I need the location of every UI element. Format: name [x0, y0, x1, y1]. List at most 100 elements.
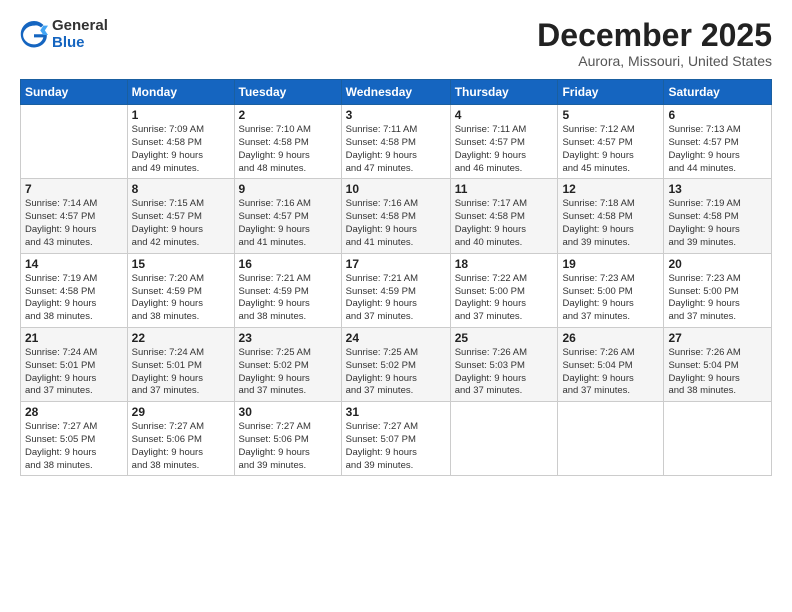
day-number: 10	[346, 182, 446, 196]
table-row: 26 Sunrise: 7:26 AMSunset: 5:04 PMDayligh…	[558, 327, 664, 401]
day-number: 24	[346, 331, 446, 345]
day-number: 12	[562, 182, 659, 196]
day-info: Sunrise: 7:19 AMSunset: 4:58 PMDaylight:…	[668, 198, 767, 249]
day-number: 27	[668, 331, 767, 345]
table-row: 27 Sunrise: 7:26 AMSunset: 5:04 PMDayligh…	[664, 327, 772, 401]
day-number: 22	[132, 331, 230, 345]
day-number: 15	[132, 257, 230, 271]
table-row: 16 Sunrise: 7:21 AMSunset: 4:59 PMDayligh…	[234, 253, 341, 327]
table-row: 8 Sunrise: 7:15 AMSunset: 4:57 PMDaylight…	[127, 179, 234, 253]
day-info: Sunrise: 7:27 AMSunset: 5:05 PMDaylight:…	[25, 421, 123, 472]
table-row: 31 Sunrise: 7:27 AMSunset: 5:07 PMDayligh…	[341, 402, 450, 476]
day-info: Sunrise: 7:23 AMSunset: 5:00 PMDaylight:…	[668, 273, 767, 324]
day-number: 29	[132, 405, 230, 419]
day-number: 25	[455, 331, 554, 345]
calendar-header-row: Sunday Monday Tuesday Wednesday Thursday…	[21, 80, 772, 105]
table-row: 15 Sunrise: 7:20 AMSunset: 4:59 PMDayligh…	[127, 253, 234, 327]
day-number: 19	[562, 257, 659, 271]
table-row: 9 Sunrise: 7:16 AMSunset: 4:57 PMDaylight…	[234, 179, 341, 253]
title-block: December 2025 Aurora, Missouri, United S…	[537, 18, 772, 69]
day-info: Sunrise: 7:23 AMSunset: 5:00 PMDaylight:…	[562, 273, 659, 324]
day-info: Sunrise: 7:16 AMSunset: 4:58 PMDaylight:…	[346, 198, 446, 249]
table-row: 2Sunrise: 7:10 AMSunset: 4:58 PMDaylight…	[234, 105, 341, 179]
day-number: 14	[25, 257, 123, 271]
subtitle: Aurora, Missouri, United States	[537, 53, 772, 69]
day-info: Sunrise: 7:26 AMSunset: 5:04 PMDaylight:…	[668, 347, 767, 398]
table-row: 13 Sunrise: 7:19 AMSunset: 4:58 PMDayligh…	[664, 179, 772, 253]
table-row: 23 Sunrise: 7:25 AMSunset: 5:02 PMDayligh…	[234, 327, 341, 401]
col-monday: Monday	[127, 80, 234, 105]
day-number: 20	[668, 257, 767, 271]
calendar-week-row: 28 Sunrise: 7:27 AMSunset: 5:05 PMDayligh…	[21, 402, 772, 476]
day-info: Sunrise: 7:27 AMSunset: 5:06 PMDaylight:…	[239, 421, 337, 472]
day-number: 5	[562, 108, 659, 122]
logo-icon	[20, 21, 48, 49]
calendar-week-row: 14Sunrise: 7:19 AMSunset: 4:58 PMDayligh…	[21, 253, 772, 327]
col-saturday: Saturday	[664, 80, 772, 105]
day-number: 6	[668, 108, 767, 122]
table-row: 21 Sunrise: 7:24 AMSunset: 5:01 PMDayligh…	[21, 327, 128, 401]
day-number: 31	[346, 405, 446, 419]
day-number: 21	[25, 331, 123, 345]
day-number: 26	[562, 331, 659, 345]
logo-blue-text: Blue	[52, 35, 108, 52]
table-row: 12 Sunrise: 7:18 AMSunset: 4:58 PMDayligh…	[558, 179, 664, 253]
table-row: 4 Sunrise: 7:11 AMSunset: 4:57 PMDaylight…	[450, 105, 558, 179]
day-info: Sunrise: 7:12 AMSunset: 4:57 PMDaylight:…	[562, 124, 659, 175]
page: General Blue December 2025 Aurora, Misso…	[0, 0, 792, 612]
day-number: 30	[239, 405, 337, 419]
table-row: 22 Sunrise: 7:24 AMSunset: 5:01 PMDayligh…	[127, 327, 234, 401]
main-title: December 2025	[537, 18, 772, 53]
day-info: Sunrise: 7:26 AMSunset: 5:04 PMDaylight:…	[562, 347, 659, 398]
table-row: 3Sunrise: 7:11 AMSunset: 4:58 PMDaylight…	[341, 105, 450, 179]
table-row: 5 Sunrise: 7:12 AMSunset: 4:57 PMDaylight…	[558, 105, 664, 179]
day-number: 16	[239, 257, 337, 271]
day-info: Sunrise: 7:22 AMSunset: 5:00 PMDaylight:…	[455, 273, 554, 324]
day-info: Sunrise: 7:24 AMSunset: 5:01 PMDaylight:…	[132, 347, 230, 398]
calendar-week-row: 21 Sunrise: 7:24 AMSunset: 5:01 PMDayligh…	[21, 327, 772, 401]
day-info: Sunrise: 7:21 AMSunset: 4:59 PMDaylight:…	[239, 273, 337, 324]
calendar-week-row: 7 Sunrise: 7:14 AMSunset: 4:57 PMDaylight…	[21, 179, 772, 253]
day-info: Sunrise: 7:27 AMSunset: 5:06 PMDaylight:…	[132, 421, 230, 472]
header: General Blue December 2025 Aurora, Misso…	[20, 18, 772, 69]
col-friday: Friday	[558, 80, 664, 105]
day-number: 13	[668, 182, 767, 196]
day-info: Sunrise: 7:17 AMSunset: 4:58 PMDaylight:…	[455, 198, 554, 249]
calendar-week-row: 1Sunrise: 7:09 AMSunset: 4:58 PMDaylight…	[21, 105, 772, 179]
logo: General Blue	[20, 18, 108, 51]
table-row: 24Sunrise: 7:25 AMSunset: 5:02 PMDayligh…	[341, 327, 450, 401]
table-row: 10 Sunrise: 7:16 AMSunset: 4:58 PMDayligh…	[341, 179, 450, 253]
day-info: Sunrise: 7:25 AMSunset: 5:02 PMDaylight:…	[239, 347, 337, 398]
day-info: Sunrise: 7:27 AMSunset: 5:07 PMDaylight:…	[346, 421, 446, 472]
day-info: Sunrise: 7:16 AMSunset: 4:57 PMDaylight:…	[239, 198, 337, 249]
day-info: Sunrise: 7:11 AMSunset: 4:58 PMDaylight:…	[346, 124, 446, 175]
table-row: 11 Sunrise: 7:17 AMSunset: 4:58 PMDayligh…	[450, 179, 558, 253]
logo-general-text: General	[52, 18, 108, 35]
day-info: Sunrise: 7:18 AMSunset: 4:58 PMDaylight:…	[562, 198, 659, 249]
col-tuesday: Tuesday	[234, 80, 341, 105]
day-number: 9	[239, 182, 337, 196]
day-number: 4	[455, 108, 554, 122]
day-info: Sunrise: 7:14 AMSunset: 4:57 PMDaylight:…	[25, 198, 123, 249]
day-info: Sunrise: 7:20 AMSunset: 4:59 PMDaylight:…	[132, 273, 230, 324]
table-row	[664, 402, 772, 476]
col-wednesday: Wednesday	[341, 80, 450, 105]
day-info: Sunrise: 7:11 AMSunset: 4:57 PMDaylight:…	[455, 124, 554, 175]
table-row: 14Sunrise: 7:19 AMSunset: 4:58 PMDayligh…	[21, 253, 128, 327]
day-number: 7	[25, 182, 123, 196]
day-number: 17	[346, 257, 446, 271]
day-number: 11	[455, 182, 554, 196]
day-info: Sunrise: 7:26 AMSunset: 5:03 PMDaylight:…	[455, 347, 554, 398]
table-row: 28 Sunrise: 7:27 AMSunset: 5:05 PMDayligh…	[21, 402, 128, 476]
day-info: Sunrise: 7:13 AMSunset: 4:57 PMDaylight:…	[668, 124, 767, 175]
day-number: 8	[132, 182, 230, 196]
day-info: Sunrise: 7:15 AMSunset: 4:57 PMDaylight:…	[132, 198, 230, 249]
table-row	[450, 402, 558, 476]
day-number: 28	[25, 405, 123, 419]
table-row	[558, 402, 664, 476]
col-sunday: Sunday	[21, 80, 128, 105]
day-number: 23	[239, 331, 337, 345]
day-info: Sunrise: 7:24 AMSunset: 5:01 PMDaylight:…	[25, 347, 123, 398]
col-thursday: Thursday	[450, 80, 558, 105]
table-row: 1Sunrise: 7:09 AMSunset: 4:58 PMDaylight…	[127, 105, 234, 179]
